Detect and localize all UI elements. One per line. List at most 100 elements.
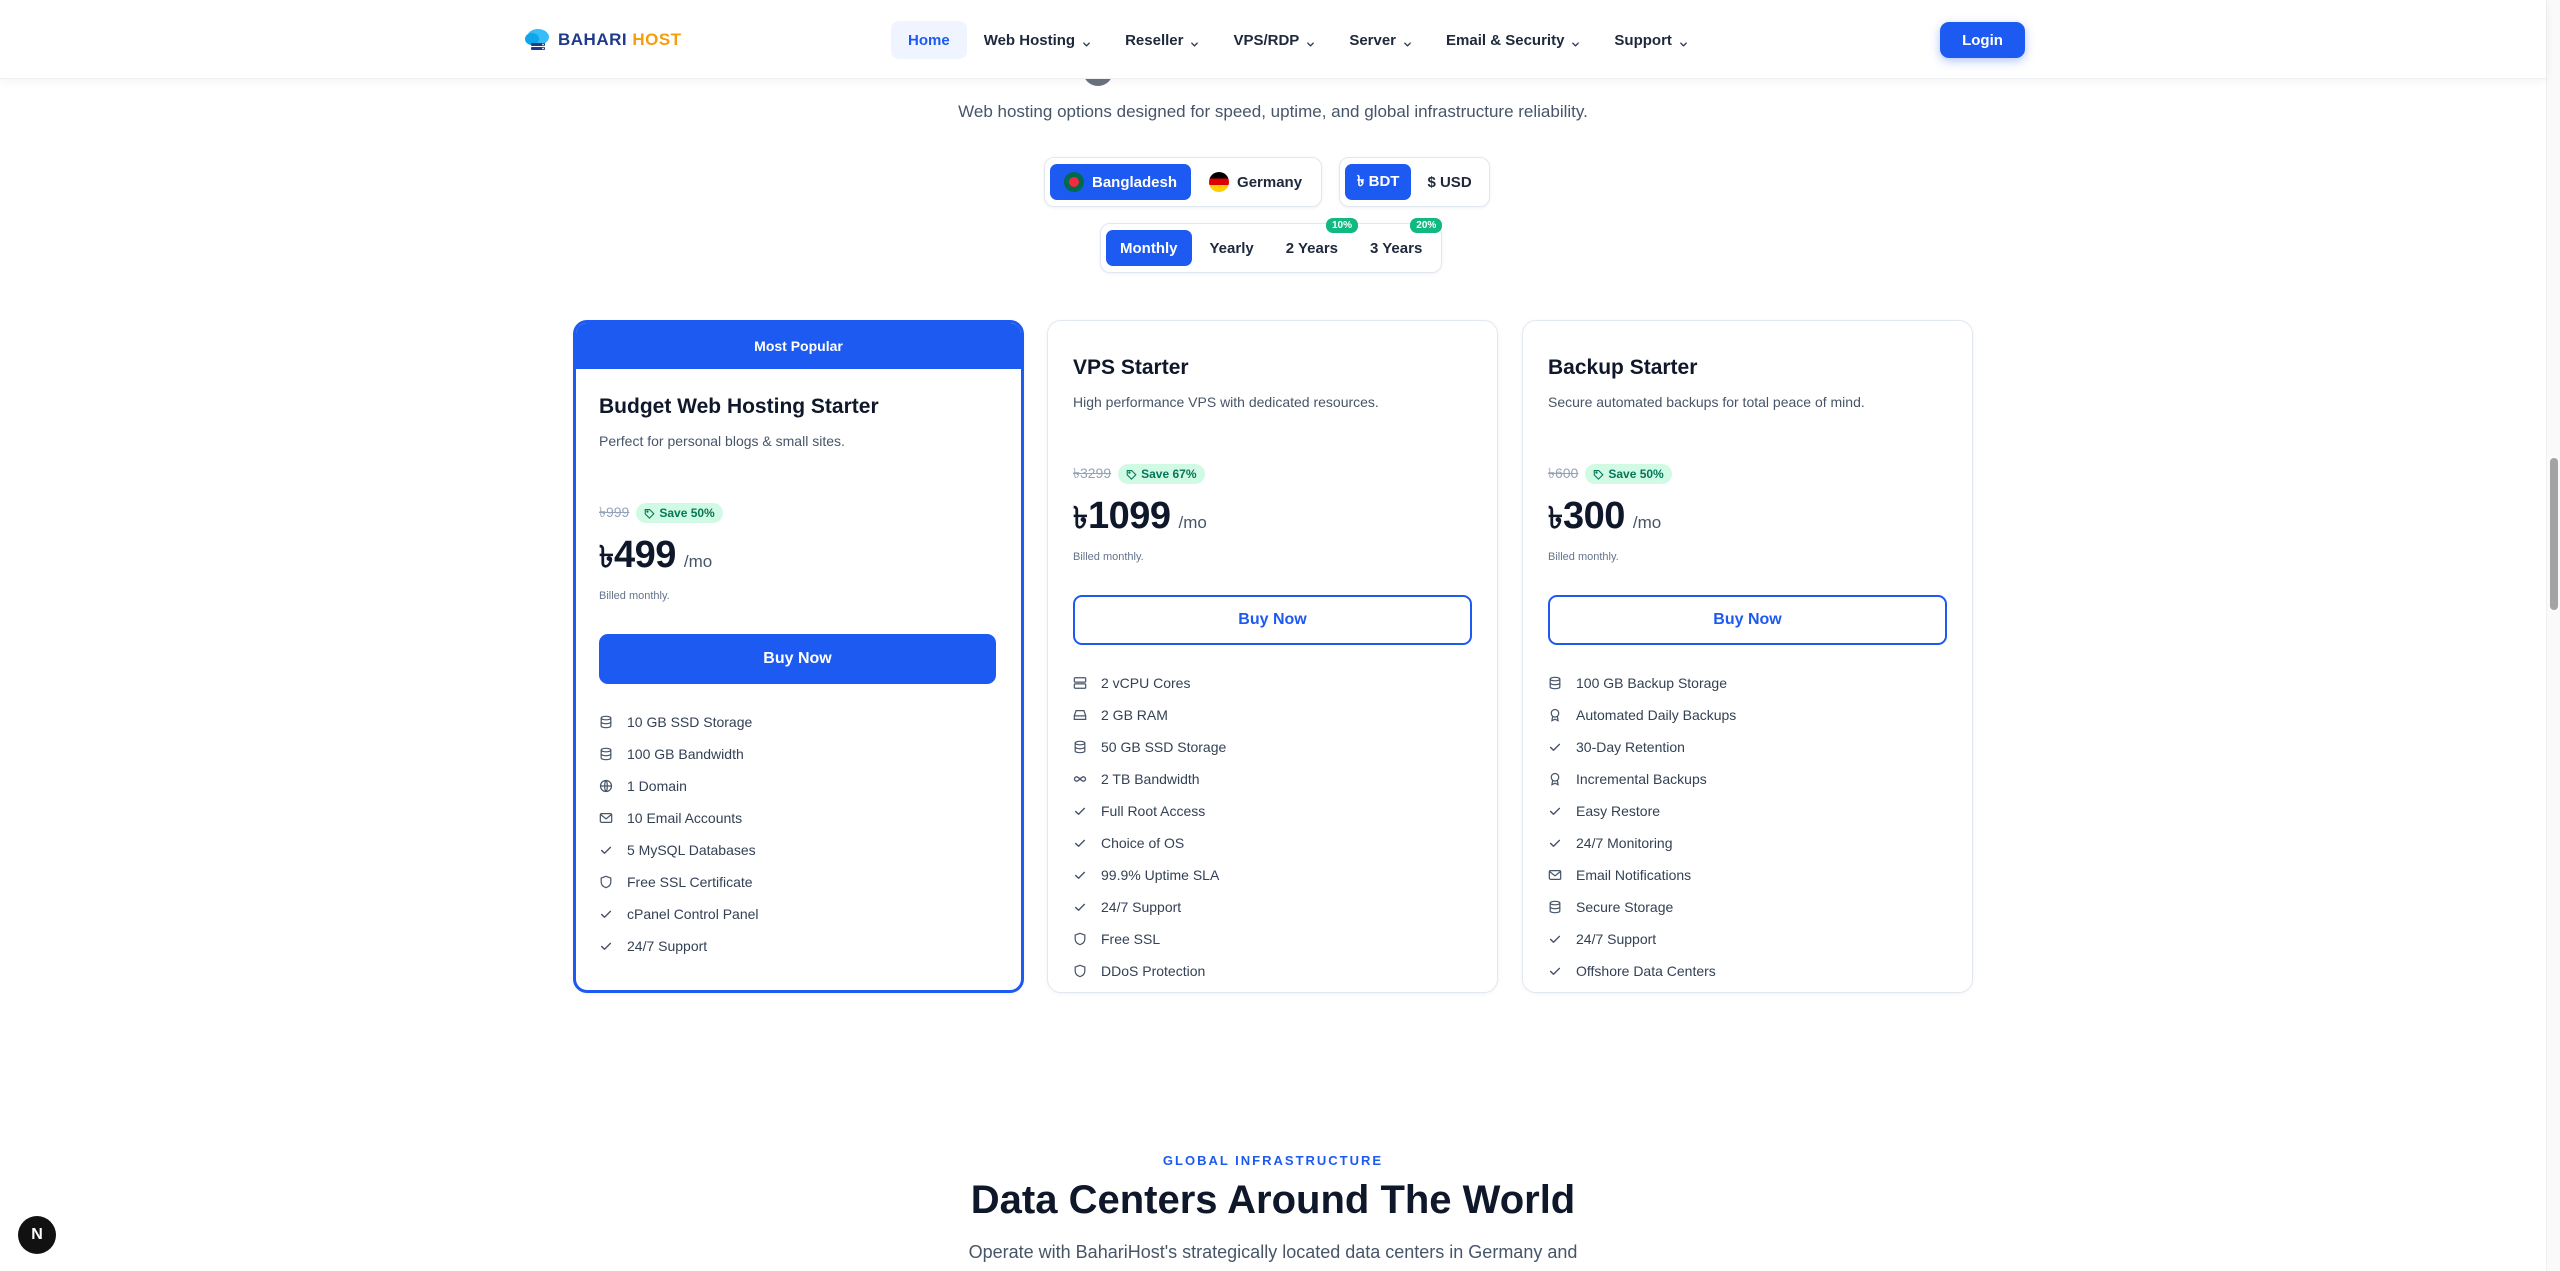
billing-option-yearly[interactable]: Yearly xyxy=(1196,230,1268,266)
germany-flag-icon xyxy=(1209,172,1230,192)
plan-title: VPS Starter xyxy=(1073,356,1189,379)
buy-now-button[interactable]: Buy Now xyxy=(1073,595,1472,645)
feature-item: cPanel Control Panel xyxy=(599,898,996,930)
feature-item: DDoS Protection xyxy=(1073,955,1472,987)
currency-option-usd[interactable]: $ USD xyxy=(1415,164,1483,200)
plan-title: Budget Web Hosting Starter xyxy=(599,395,879,418)
feature-item: 5 MySQL Databases xyxy=(599,834,996,866)
check-icon xyxy=(1548,836,1562,850)
chevron-down-icon xyxy=(1571,36,1580,47)
original-price: ৳3299 xyxy=(1073,465,1112,481)
shield-icon xyxy=(1073,932,1087,946)
feature-list: 2 vCPU Cores 2 GB RAM 50 GB SSD Storage … xyxy=(1073,667,1472,987)
plan-card-backup-starter: Backup Starter Secure automated backups … xyxy=(1522,320,1973,993)
feature-item: Full Root Access xyxy=(1073,795,1472,827)
storage-icon xyxy=(599,715,613,729)
currency-symbol: ৳ xyxy=(1073,502,1088,535)
nav-item-home[interactable]: Home xyxy=(891,21,967,59)
feature-item: Easy Restore xyxy=(1548,795,1947,827)
cloud-logo-icon xyxy=(525,29,549,50)
check-icon xyxy=(599,939,613,953)
feature-item: 1 Domain xyxy=(599,770,996,802)
feature-item: 2 TB Bandwidth xyxy=(1073,763,1472,795)
feature-item: 24/7 Support xyxy=(599,930,996,962)
price: ৳ 499/mo xyxy=(599,533,996,584)
brand-name: BAHARI HOST xyxy=(558,30,682,49)
nav-item-support[interactable]: Support xyxy=(1597,21,1705,59)
infinity-icon xyxy=(1073,772,1087,786)
globe-icon xyxy=(599,779,613,793)
location-option-germany[interactable]: Germany xyxy=(1195,164,1316,200)
plan-description: Perfect for personal blogs & small sites… xyxy=(599,433,845,449)
plan-description: High performance VPS with dedicated reso… xyxy=(1073,394,1379,410)
check-icon xyxy=(1548,740,1562,754)
scrollbar-thumb[interactable] xyxy=(2550,458,2558,610)
billing-option-monthly[interactable]: Monthly xyxy=(1106,230,1192,266)
plan-card-vps-starter: VPS Starter High performance VPS with de… xyxy=(1047,320,1498,993)
check-icon xyxy=(1548,804,1562,818)
price-amount: 300 xyxy=(1562,495,1625,537)
discount-row: ৳3299 Save 67% xyxy=(1073,462,1472,486)
feature-item: 100 GB Bandwidth xyxy=(599,738,996,770)
top-navbar: BAHARI HOST Home Web Hosting Reseller VPS/R… xyxy=(0,0,2546,79)
feature-item: Free SSL xyxy=(1073,923,1472,955)
storage-icon xyxy=(1073,740,1087,754)
billing-note: Billed monthly. xyxy=(599,590,670,602)
feature-item: 99.9% Uptime SLA xyxy=(1073,859,1472,891)
billing-note: Billed monthly. xyxy=(1073,551,1144,563)
main-nav: Home Web Hosting Reseller VPS/RDP Server Emai… xyxy=(891,21,1705,59)
discount-badge: 20% xyxy=(1410,218,1443,233)
feature-list: 10 GB SSD Storage 100 GB Bandwidth 1 Dom… xyxy=(599,706,996,962)
nav-item-server[interactable]: Server xyxy=(1332,21,1429,59)
feature-item: 10 GB SSD Storage xyxy=(599,706,996,738)
shield-icon xyxy=(1073,964,1087,978)
discount-row: ৳600 Save 50% xyxy=(1548,462,1947,486)
plan-card-budget-web-hosting-starter: Most Popular Budget Web Hosting Starter … xyxy=(573,320,1024,993)
plan-content: VPS Starter High performance VPS with de… xyxy=(1073,356,1472,987)
check-icon xyxy=(1548,964,1562,978)
plan-title: Backup Starter xyxy=(1548,356,1698,379)
nav-item-vps-rdp[interactable]: VPS/RDP xyxy=(1216,21,1332,59)
buy-now-button[interactable]: Buy Now xyxy=(599,634,996,684)
nav-item-web-hosting[interactable]: Web Hosting xyxy=(967,21,1108,59)
login-button[interactable]: Login xyxy=(1940,22,2025,58)
feature-item: Automated Daily Backups xyxy=(1548,699,1947,731)
discount-badge: 10% xyxy=(1325,218,1358,233)
feature-item: Offshore Data Centers xyxy=(1548,955,1947,987)
check-icon xyxy=(1073,868,1087,882)
billing-option-2-years[interactable]: 2 Years 10% xyxy=(1272,218,1358,266)
feature-item: 30-Day Retention xyxy=(1548,731,1947,763)
nav-item-reseller[interactable]: Reseller xyxy=(1108,21,1216,59)
server-icon xyxy=(1073,676,1087,690)
price-amount: 499 xyxy=(613,534,676,576)
shield-icon xyxy=(599,875,613,889)
feature-item: 24/7 Support xyxy=(1073,891,1472,923)
feature-item: Incremental Backups xyxy=(1548,763,1947,795)
location-toggle: Bangladesh Germany xyxy=(1044,157,1323,207)
billing-period-toggle: Monthly Yearly 2 Years 10% 3 Years 20% xyxy=(1100,218,1443,273)
save-badge: Save 67% xyxy=(1118,464,1205,484)
plan-content: Backup Starter Secure automated backups … xyxy=(1548,356,1947,987)
currency-toggle: ৳ BDT $ USD xyxy=(1339,157,1490,207)
buy-now-button[interactable]: Buy Now xyxy=(1548,595,1947,645)
location-option-bangladesh[interactable]: Bangladesh xyxy=(1050,164,1192,200)
page-scrollbar[interactable] xyxy=(2546,0,2560,1271)
price-period: /mo xyxy=(1178,513,1207,532)
mail-icon xyxy=(599,811,613,825)
brand-logo[interactable]: BAHARI HOST xyxy=(522,24,682,56)
original-price: ৳999 xyxy=(599,504,630,520)
bangladesh-flag-icon xyxy=(1064,172,1084,192)
feature-item: 2 GB RAM xyxy=(1073,699,1472,731)
dev-tools-badge[interactable]: N xyxy=(18,1216,56,1254)
feature-list: 100 GB Backup Storage Automated Daily Ba… xyxy=(1548,667,1947,987)
section-subtitle: Operate with BahariHost's strategically … xyxy=(968,1242,1578,1262)
feature-item: 24/7 Monitoring xyxy=(1548,827,1947,859)
currency-symbol: ৳ xyxy=(1548,502,1563,535)
feature-item: 24/7 Support xyxy=(1548,923,1947,955)
billing-option-3-years[interactable]: 3 Years 20% xyxy=(1356,218,1443,266)
award-icon xyxy=(1548,708,1562,722)
currency-option-bdt[interactable]: ৳ BDT xyxy=(1345,164,1412,200)
tag-icon xyxy=(1126,469,1137,480)
nav-item-email-security[interactable]: Email & Security xyxy=(1429,21,1597,59)
feature-item: 2 vCPU Cores xyxy=(1073,667,1472,699)
